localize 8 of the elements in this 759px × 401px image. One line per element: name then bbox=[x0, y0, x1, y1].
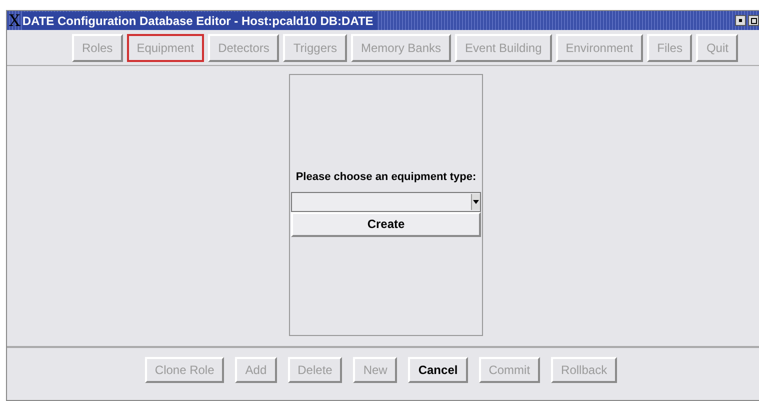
prompt-text: Please choose an equipment type: bbox=[296, 170, 476, 185]
create-button[interactable]: Create bbox=[291, 212, 481, 236]
equipment-type-dropdown[interactable] bbox=[291, 192, 481, 212]
minimize-button[interactable] bbox=[735, 15, 746, 26]
action-button[interactable]: Cancel bbox=[408, 357, 468, 383]
window-logo: X bbox=[8, 12, 22, 28]
maximize-button[interactable] bbox=[748, 15, 759, 26]
window-title: DATE Configuration Database Editor - Host:pcald10 DB:DATE bbox=[22, 12, 378, 30]
